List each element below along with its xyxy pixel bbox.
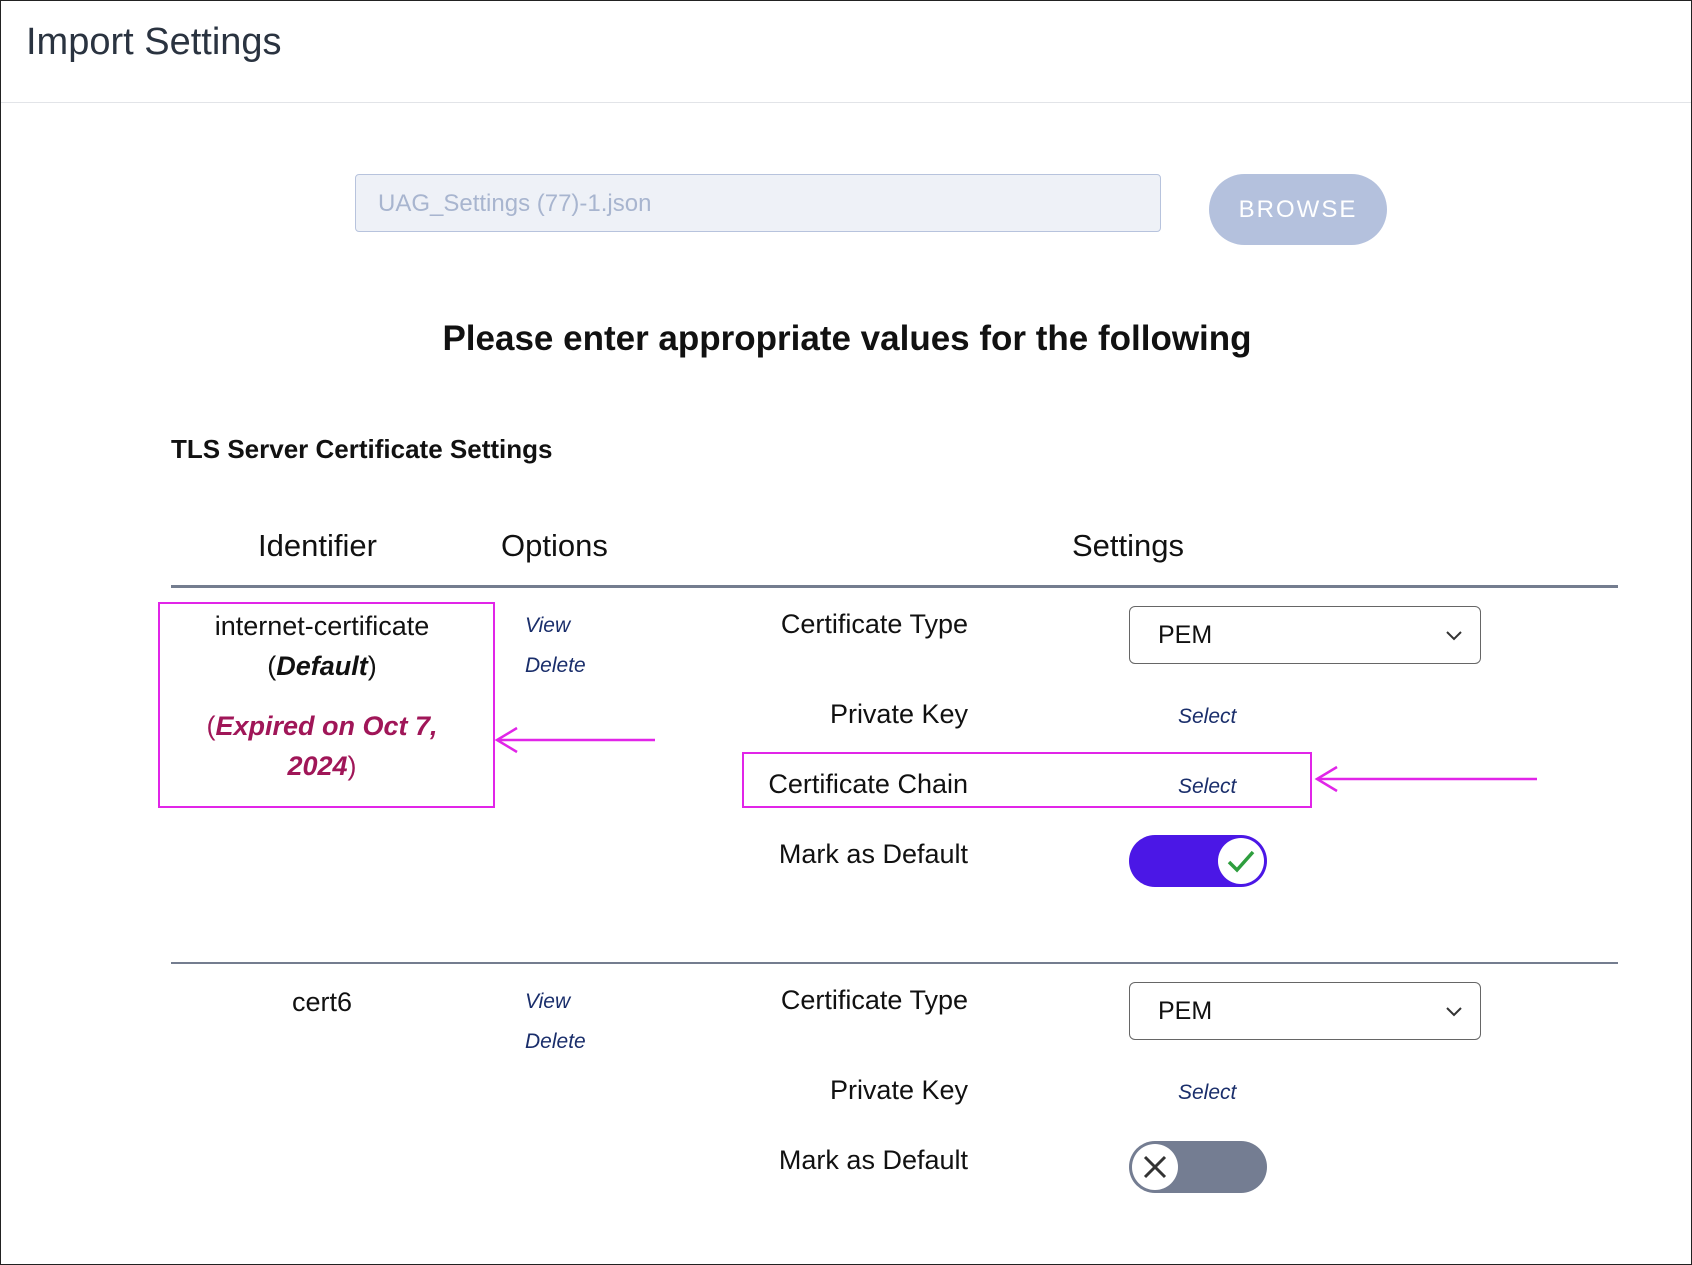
private-key-select-link[interactable]: Select [1178, 705, 1236, 729]
file-name-input[interactable]: UAG_Settings (77)-1.json [355, 174, 1161, 232]
annotation-highlight-identifier [158, 602, 495, 808]
certificate-type-value: PEM [1158, 621, 1213, 649]
chevron-down-icon [1446, 1007, 1462, 1017]
row-divider [171, 962, 1618, 964]
certificate-type-select[interactable]: PEM [1129, 606, 1481, 664]
certificate-type-select[interactable]: PEM [1129, 982, 1481, 1040]
private-key-label: Private Key [829, 1075, 968, 1105]
private-key-select-link[interactable]: Select [1178, 1081, 1236, 1105]
column-header-options: Options [501, 528, 608, 563]
arrow-left-icon [1314, 765, 1537, 793]
close-icon [1143, 1155, 1167, 1179]
toggle-knob [1132, 1144, 1178, 1190]
check-icon [1227, 850, 1255, 873]
chevron-down-icon [1446, 631, 1462, 641]
annotation-highlight-certificate-chain [742, 752, 1312, 808]
cert-name: cert6 [291, 987, 353, 1017]
table-header-divider [171, 585, 1618, 588]
mark-default-label: Mark as Default [778, 839, 968, 869]
import-settings-dialog: Import Settings UAG_Settings (77)-1.json… [0, 0, 1692, 1265]
certificate-type-value: PEM [1158, 997, 1213, 1025]
column-header-settings: Settings [1072, 528, 1185, 563]
delete-link[interactable]: Delete [525, 654, 586, 678]
instructions-heading: Please enter appropriate values for the … [442, 319, 1252, 358]
browse-button[interactable]: BROWSE [1209, 174, 1387, 245]
arrow-left-icon [494, 726, 655, 754]
private-key-label: Private Key [829, 699, 968, 729]
certificate-type-label: Certificate Type [780, 985, 968, 1015]
view-link[interactable]: View [525, 614, 570, 638]
dialog-title: Import Settings [26, 21, 282, 63]
certificate-type-label: Certificate Type [780, 609, 968, 639]
mark-default-label: Mark as Default [778, 1145, 968, 1175]
cert-identifier: cert6 [157, 982, 487, 1022]
column-header-identifier: Identifier [258, 528, 377, 563]
view-link[interactable]: View [525, 990, 570, 1014]
section-title: TLS Server Certificate Settings [171, 434, 553, 464]
mark-default-toggle[interactable] [1129, 835, 1267, 887]
dialog-header: Import Settings [1, 1, 1691, 103]
delete-link[interactable]: Delete [525, 1030, 586, 1054]
toggle-knob [1218, 838, 1264, 884]
mark-default-toggle[interactable] [1129, 1141, 1267, 1193]
